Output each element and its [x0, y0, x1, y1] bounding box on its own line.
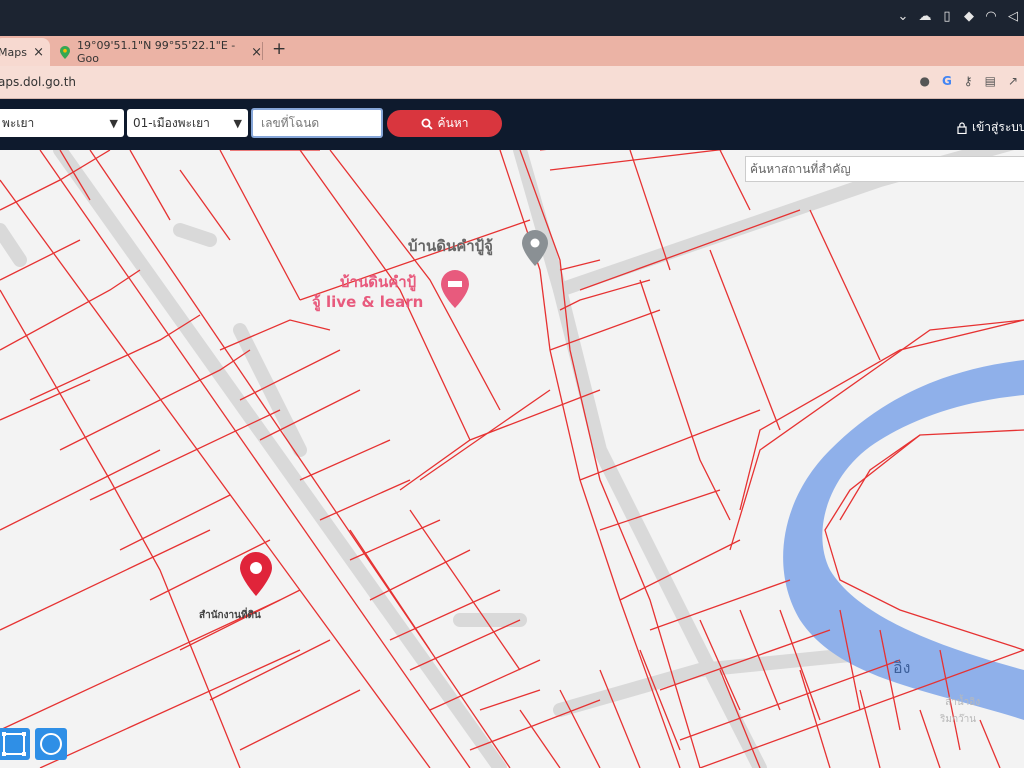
- chevron-down-icon: ▼: [233, 116, 242, 130]
- chevron-down-icon: ▼: [109, 116, 118, 130]
- login-label: เข้าสู่ระบบ: [972, 120, 1024, 134]
- poi-label[interactable]: บ้านดินคำปู้จู้: [408, 234, 493, 258]
- province-select-value: พะเยา: [2, 115, 35, 130]
- tab-title: 19°09'51.1"N 99°55'22.1"E - Goo: [77, 39, 236, 65]
- browser-tab-strip: Maps × 19°09'51.1"N 99°55'22.1"E - Goo ×: [0, 36, 1024, 66]
- search-button[interactable]: ค้นหา: [387, 110, 502, 137]
- tab-divider: [262, 42, 263, 60]
- tab-maps[interactable]: Maps ×: [0, 38, 50, 66]
- map-canvas[interactable]: ค้นหาสถานที่สำคัญ บ้านดินคำปู้จู้ บ้านดิ…: [0, 150, 1024, 768]
- map-marker[interactable]: [240, 552, 272, 596]
- poi-pin-icon[interactable]: [522, 230, 548, 266]
- app-navbar: พะเยา ▼ 01-เมืองพะเยา ▼ เลขที่โฉนด ค้นหา…: [0, 99, 1024, 150]
- deed-number-input[interactable]: เลขที่โฉนด: [251, 108, 383, 138]
- province-select[interactable]: พะเยา ▼: [0, 109, 124, 137]
- chevron-down-icon[interactable]: ⌄: [896, 9, 910, 24]
- hotel-pin-icon[interactable]: [441, 270, 469, 308]
- google-maps-icon: [60, 45, 70, 59]
- tab-title: Maps: [0, 45, 27, 59]
- address-bar[interactable]: aps.dol.go.th ● G ⚷ ▤ ↗: [0, 66, 1024, 99]
- district-select[interactable]: 01-เมืองพะเยา ▼: [127, 109, 248, 137]
- new-tab-button[interactable]: +: [272, 39, 286, 59]
- close-tab-icon[interactable]: ×: [33, 45, 44, 60]
- os-taskbar: ⌄ ☁ ▯ ◆ ◠ ◁: [0, 0, 1024, 36]
- translate-icon[interactable]: ▤: [985, 74, 996, 88]
- district-select-value: 01-เมืองพะเยา: [133, 115, 210, 130]
- url-text[interactable]: aps.dol.go.th: [0, 75, 76, 89]
- search-icon: [421, 118, 433, 130]
- marker-label: สำนักงานที่ดิน: [199, 610, 261, 621]
- google-icon[interactable]: G: [942, 74, 952, 88]
- wifi-icon[interactable]: ◠: [984, 9, 998, 24]
- river-label: อิง: [893, 658, 911, 677]
- address-bar-icons: ● G ⚷ ▤ ↗: [919, 74, 1018, 88]
- location-icon[interactable]: ●: [919, 74, 929, 88]
- map-layer[interactable]: [0, 150, 1024, 768]
- system-tray: ⌄ ☁ ▯ ◆ ◠ ◁: [896, 9, 1020, 24]
- cloud-icon[interactable]: ☁: [918, 9, 932, 24]
- draw-circle-tool[interactable]: [35, 728, 67, 760]
- faded-map-label: ลำน้ำอิง: [945, 697, 981, 708]
- speaker-icon[interactable]: ◁: [1006, 9, 1020, 24]
- draw-rectangle-tool[interactable]: [0, 728, 30, 760]
- place-search-input[interactable]: ค้นหาสถานที่สำคัญ: [745, 156, 1024, 182]
- parcel-boundaries: [0, 150, 1024, 768]
- shield-icon[interactable]: ◆: [962, 9, 976, 24]
- key-icon[interactable]: ⚷: [964, 74, 973, 88]
- tab-google-maps[interactable]: 19°09'51.1"N 99°55'22.1"E - Goo ×: [52, 38, 268, 66]
- lock-icon: [957, 121, 967, 134]
- faded-map-label: ริมกว๊าน: [940, 714, 977, 725]
- search-button-label: ค้นหา: [437, 116, 469, 130]
- close-tab-icon[interactable]: ×: [251, 45, 262, 60]
- device-icon[interactable]: ▯: [940, 9, 954, 24]
- login-link[interactable]: เข้าสู่ระบบ: [957, 118, 1024, 137]
- poi-label-hotel-line2[interactable]: จู้ live & learn: [312, 290, 423, 314]
- share-icon[interactable]: ↗: [1008, 74, 1018, 88]
